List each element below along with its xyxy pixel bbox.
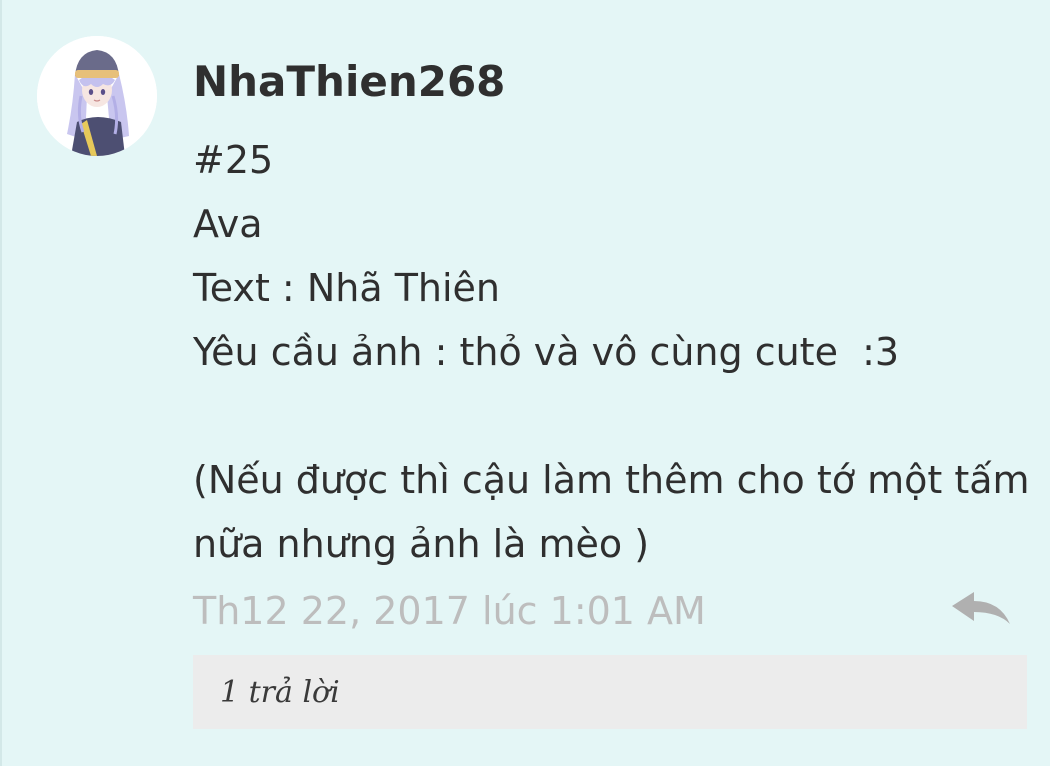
- replies-count-label: 1 trả lời: [220, 675, 340, 710]
- comment-line: Ava: [193, 202, 263, 246]
- author-avatar[interactable]: [37, 36, 157, 156]
- comment-line: (Nếu được thì cậu làm thêm cho tớ một tấ…: [193, 458, 1030, 502]
- anime-girl-avatar-icon: [37, 36, 157, 156]
- author-name[interactable]: NhaThien268: [193, 54, 505, 110]
- comment-line: Text : Nhã Thiên: [193, 266, 501, 310]
- comment-line: nữa nhưng ảnh là mèo ): [193, 522, 650, 566]
- reply-arrow-icon[interactable]: [948, 590, 1014, 632]
- comment-body: #25 Ava Text : Nhã Thiên Yêu cầu ảnh : t…: [193, 128, 1033, 576]
- comment-line: Yêu cầu ảnh : thỏ và vô cùng cute :3: [193, 330, 900, 374]
- comment-timestamp: Th12 22, 2017 lúc 1:01 AM: [193, 589, 706, 633]
- view-replies-button[interactable]: 1 trả lời: [193, 655, 1027, 729]
- comment-line-blank: [193, 384, 1033, 448]
- comment-card: NhaThien268 #25 Ava Text : Nhã Thiên Yêu…: [0, 0, 1050, 766]
- comment-line: #25: [193, 138, 274, 182]
